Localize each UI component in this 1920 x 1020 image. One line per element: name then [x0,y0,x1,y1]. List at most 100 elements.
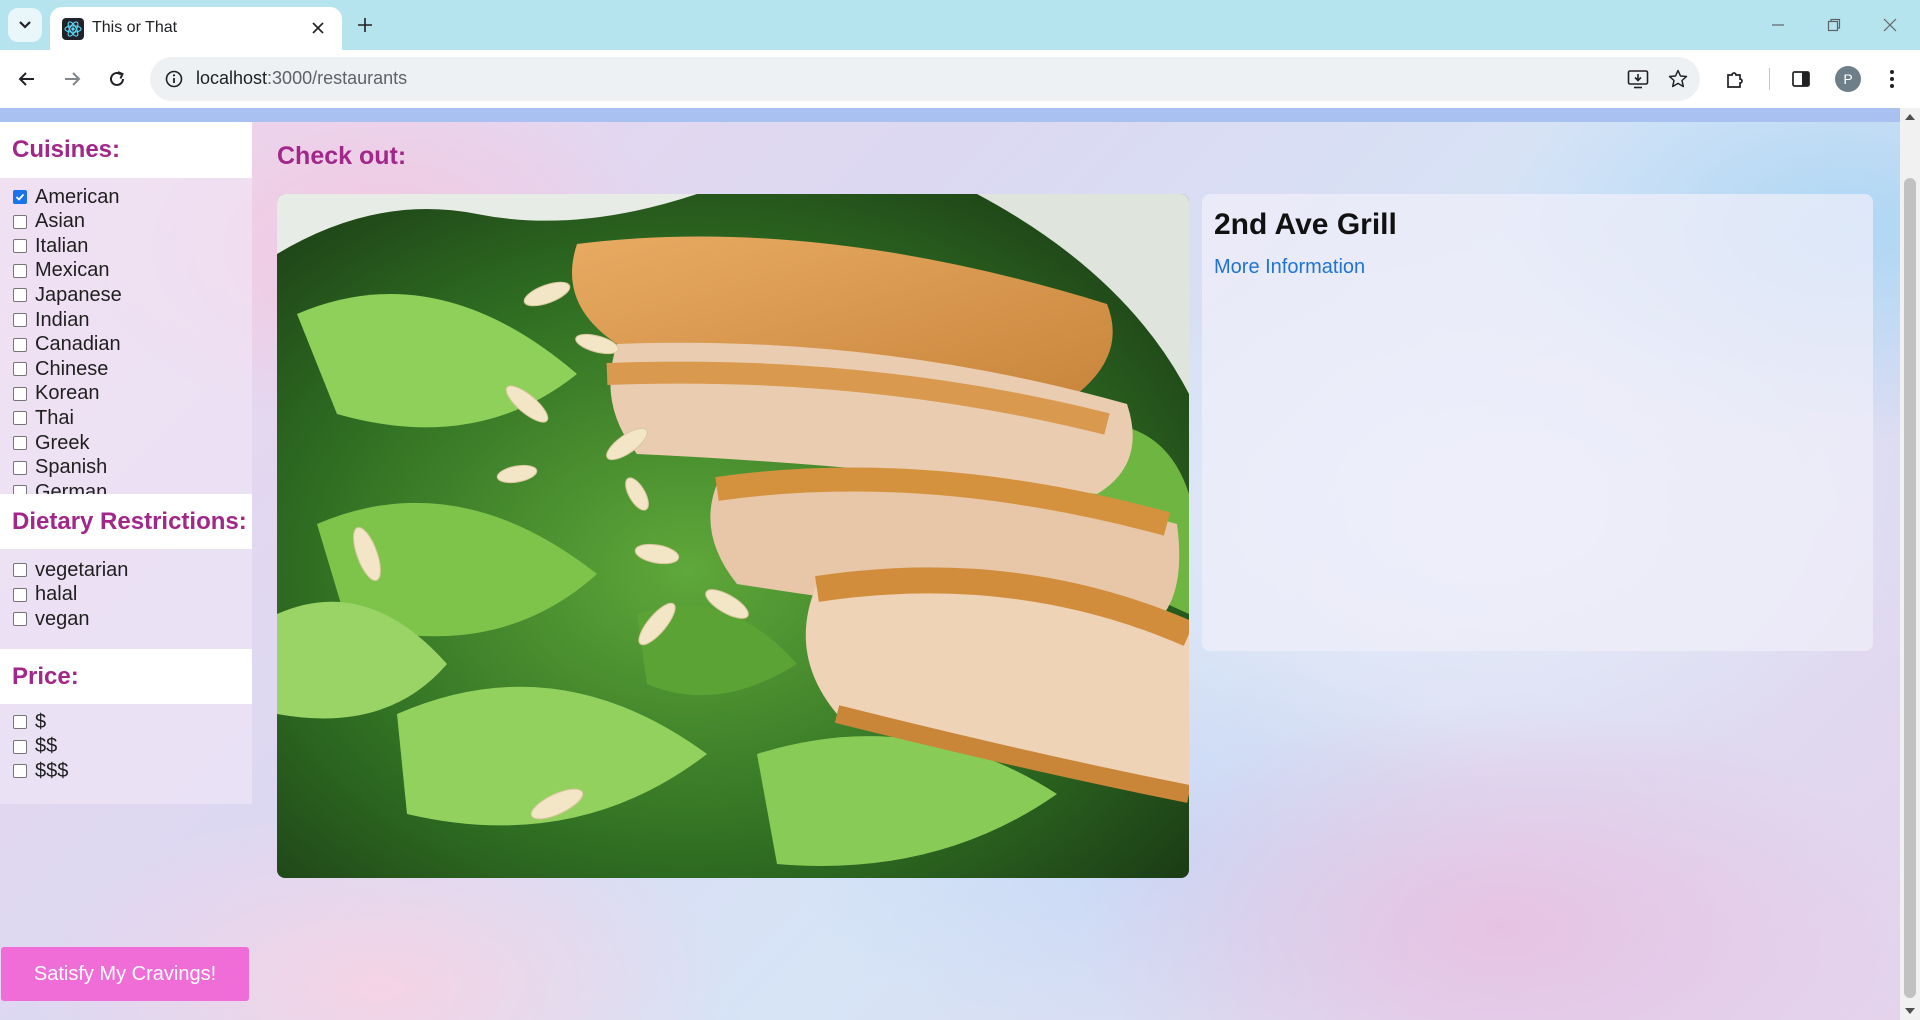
cuisine-option-italian[interactable]: Italian [13,233,88,259]
satisfy-cravings-button[interactable]: Satisfy My Cravings! [1,947,249,1001]
checkbox[interactable] [13,386,27,401]
checkbox[interactable] [13,587,27,602]
toolbar-divider [1769,68,1770,90]
option-label: American [35,185,120,208]
side-panel-icon[interactable] [1784,62,1818,96]
checkbox[interactable] [13,214,27,229]
price-option-[interactable]: $ [13,709,46,735]
checkbox[interactable] [13,764,27,779]
cuisine-option-korean[interactable]: Korean [13,381,100,407]
page-viewport: Cuisines: American Asian Italian Mexican Jap… [0,108,1900,1020]
new-tab-button[interactable] [350,10,380,40]
option-label: vegan [35,607,90,630]
menu-kebab-icon[interactable] [1875,62,1909,96]
restaurant-name: 2nd Ave Grill [1214,208,1397,241]
food-image [277,194,1189,878]
minimize-button[interactable] [1758,8,1798,42]
extensions-puzzle-icon[interactable] [1718,62,1752,96]
cuisine-option-indian[interactable]: Indian [13,307,90,333]
more-information-link[interactable]: More Information [1214,256,1365,279]
plus-icon [358,18,372,32]
reload-button[interactable] [100,62,134,96]
price-option-[interactable]: $$ [13,734,57,760]
cuisine-option-japanese[interactable]: Japanese [13,282,122,308]
checkbox[interactable] [13,563,27,577]
dietary-heading: Dietary Restrictions: [0,494,252,549]
cuisine-option-american[interactable]: American [13,184,119,210]
cuisine-option-mexican[interactable]: Mexican [13,258,109,284]
install-app-icon[interactable] [1624,65,1652,93]
checkbox[interactable] [13,337,27,352]
checkbox[interactable] [13,411,27,426]
browser-tabstrip: This or That [0,0,1920,50]
profile-avatar[interactable]: P [1835,66,1861,92]
option-label: $ [35,710,47,733]
option-label: vegetarian [35,558,129,581]
checkbox[interactable] [13,460,27,475]
option-label: Japanese [35,283,122,306]
dietary-option-vegan[interactable]: vegan [13,606,90,632]
checkbox[interactable] [13,362,27,377]
option-label: Chinese [35,357,109,380]
browser-tab[interactable]: This or That [50,7,342,50]
option-label: Spanish [35,456,108,479]
scrollbar-thumb[interactable] [1904,178,1916,998]
restore-icon [1827,18,1841,32]
arrow-right-icon [65,72,81,86]
checkbox[interactable] [13,715,27,729]
restaurant-info-card: 2nd Ave Grill More Information [1202,194,1873,651]
checkbox[interactable] [13,313,27,327]
price-heading: Price: [0,649,252,704]
cuisine-option-thai[interactable]: Thai [13,405,74,431]
cuisine-option-canadian[interactable]: Canadian [13,332,121,358]
header-strip [0,108,1900,122]
arrow-left-icon [18,72,34,86]
checkbox[interactable] [13,190,27,204]
site-info-icon[interactable] [160,65,188,93]
checkbox[interactable] [13,739,27,754]
checkmark-icon [15,193,25,201]
cuisine-option-asian[interactable]: Asian [13,209,85,235]
option-label: Thai [35,406,74,429]
checkbox[interactable] [13,436,27,450]
window-close-button[interactable] [1870,8,1910,42]
chevron-down-icon [19,21,31,29]
cuisine-option-chinese[interactable]: Chinese [13,356,108,382]
page-scrollbar[interactable] [1900,108,1920,1020]
scroll-down-arrow-icon[interactable] [1900,1002,1920,1020]
close-icon [1883,18,1897,32]
bookmark-star-icon[interactable] [1664,65,1692,93]
option-label: Canadian [35,333,121,356]
scroll-up-arrow-icon[interactable] [1900,108,1920,126]
checkbox[interactable] [13,612,27,627]
minimize-icon [1772,24,1784,26]
checkbox[interactable] [13,263,27,278]
address-bar[interactable]: localhost:3000/restaurants [150,57,1700,101]
dietary-option-vegetarian[interactable]: vegetarian [13,557,128,583]
tab-close-button[interactable] [306,16,330,40]
option-label: $$ [35,735,58,758]
cuisines-heading: Cuisines: [0,122,252,178]
cuisine-option-spanish[interactable]: Spanish [13,455,107,481]
option-label: halal [35,583,78,606]
tab-title: This or That [92,19,178,36]
restore-button[interactable] [1814,8,1854,42]
option-label: Mexican [35,259,110,282]
cuisine-option-greek[interactable]: Greek [13,430,89,456]
filter-sidebar: Cuisines: American Asian Italian Mexican Jap… [0,122,252,1020]
check-out-heading: Check out: [277,142,407,170]
price-option-[interactable]: $$$ [13,758,68,784]
dietary-option-halal[interactable]: halal [13,582,77,608]
checkbox[interactable] [13,239,27,254]
browser-toolbar: localhost:3000/restaurants P [0,50,1920,108]
restaurant-food-photo [277,194,1189,878]
forward-button[interactable] [55,62,89,96]
tab-search-button[interactable] [8,8,42,42]
checkbox[interactable] [13,288,27,303]
dietary-list: vegetarian halal vegan [0,549,252,649]
cuisines-list: American Asian Italian Mexican Japanese India… [0,178,252,527]
react-logo-icon [62,18,84,40]
back-button[interactable] [10,62,44,96]
reload-icon [110,71,124,86]
option-label: $$$ [35,759,69,782]
